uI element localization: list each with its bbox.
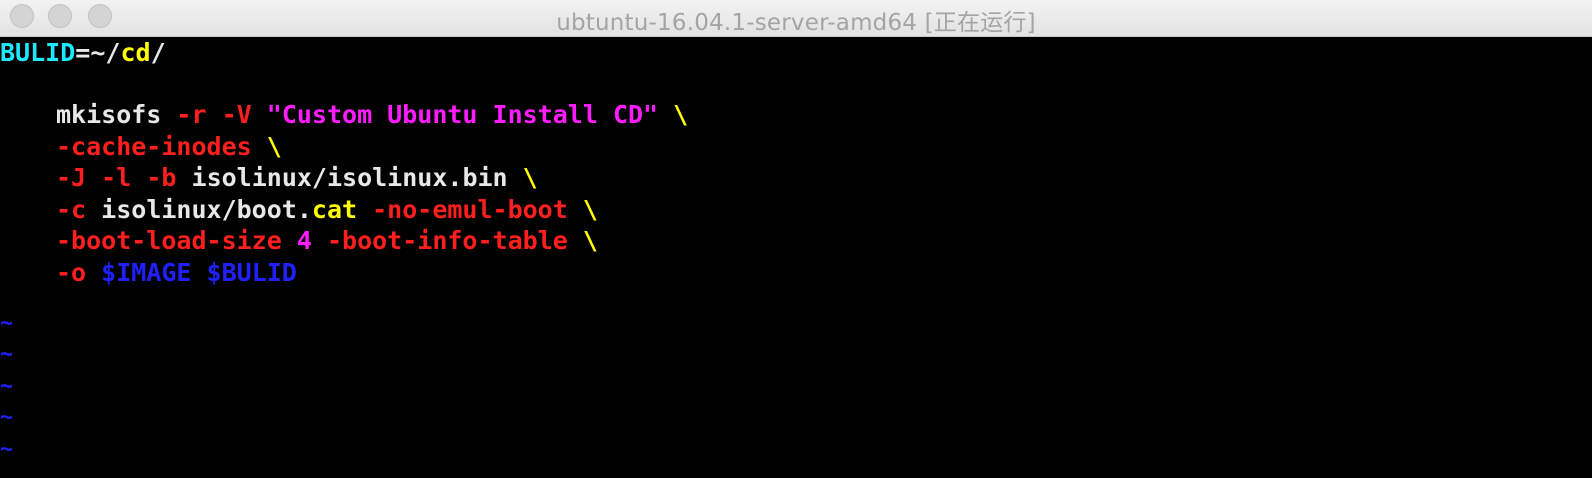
boot-image-path: isolinux/isolinux.bin <box>191 163 508 192</box>
option-l: -l <box>101 163 132 192</box>
title-bar[interactable]: ubtuntu-16.04.1-server-amd64 [正在运行] <box>0 0 1592 37</box>
path-slash: / <box>105 38 121 67</box>
path-dir: cd <box>120 38 151 67</box>
boot-catalog-ext: cat <box>311 195 358 224</box>
code-line-4: -J -l -b isolinux/isolinux.bin \ <box>0 162 538 193</box>
empty-line-marker: ~ <box>0 376 12 398</box>
option-no-emul-boot: -no-emul-boot <box>372 195 568 224</box>
terminal-editor[interactable]: BULID=~/cd/ mkisofs -r -V "Custom Ubuntu… <box>0 37 1592 478</box>
option-c: -c <box>56 195 87 224</box>
option-boot-load-size: -boot-load-size <box>56 226 282 255</box>
boot-catalog-path: isolinux/boot. <box>101 195 312 224</box>
code-line-1: BULID=~/cd/ <box>0 37 166 68</box>
code-line-2: mkisofs -r -V "Custom Ubuntu Install CD"… <box>0 99 688 130</box>
path-slash-end: / <box>150 38 166 67</box>
home-tilde: ~ <box>90 38 106 67</box>
option-j: -J <box>56 163 87 192</box>
line-continuation: \ <box>582 226 598 255</box>
line-continuation: \ <box>266 132 282 161</box>
option-cache-inodes: -cache-inodes <box>56 132 252 161</box>
command-name: mkisofs <box>56 100 162 129</box>
line-continuation: \ <box>582 195 598 224</box>
option-r: -r <box>176 100 207 129</box>
vm-window: ubtuntu-16.04.1-server-amd64 [正在运行] BULI… <box>0 0 1592 478</box>
empty-line-marker: ~ <box>0 439 12 461</box>
boot-load-size-value: 4 <box>296 226 312 255</box>
code-line-3: -cache-inodes \ <box>0 131 282 162</box>
option-v: -V <box>221 100 252 129</box>
line-continuation: \ <box>673 100 689 129</box>
code-line-7: -o $IMAGE $BULID <box>0 257 297 288</box>
line-continuation: \ <box>522 163 538 192</box>
empty-line-marker: ~ <box>0 313 12 335</box>
equals-sign: = <box>75 38 91 67</box>
option-boot-info-table: -boot-info-table <box>326 226 568 255</box>
window-title: ubtuntu-16.04.1-server-amd64 [正在运行] <box>556 10 1036 36</box>
code-line-6: -boot-load-size 4 -boot-info-table \ <box>0 225 598 256</box>
option-o: -o <box>56 258 87 287</box>
empty-line-marker: ~ <box>0 407 12 429</box>
variable-name: BULID <box>0 38 76 67</box>
option-b: -b <box>146 163 177 192</box>
image-variable-ref: $IMAGE <box>101 258 192 287</box>
empty-line-marker: ~ <box>0 344 12 366</box>
code-line-5: -c isolinux/boot.cat -no-emul-boot \ <box>0 194 598 225</box>
volume-label-string: "Custom Ubuntu Install CD" <box>266 100 659 129</box>
build-variable-ref: $BULID <box>206 258 297 287</box>
